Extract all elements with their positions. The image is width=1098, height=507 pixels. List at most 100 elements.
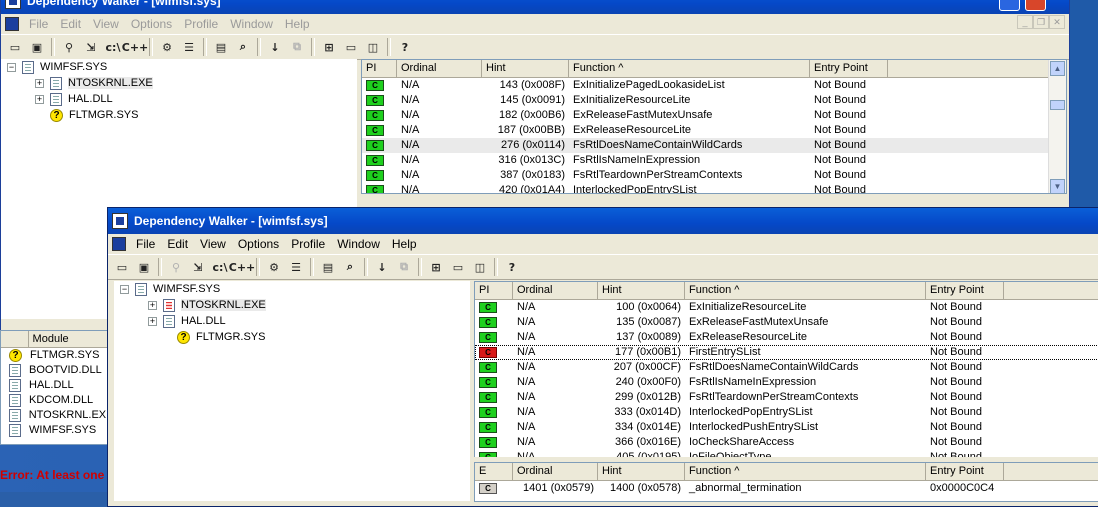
auto-expand-icon[interactable]: ⇲ — [81, 37, 101, 57]
copy-icon[interactable]: ⧉ — [287, 37, 307, 57]
profile-icon[interactable]: ⚙ — [157, 37, 177, 57]
collapse-icon[interactable]: − — [7, 62, 16, 72]
menu-view[interactable]: View — [194, 237, 232, 251]
mdi-close-button[interactable]: ✕ — [1049, 15, 1065, 29]
copy-icon[interactable]: ⧉ — [394, 257, 414, 277]
menu-help[interactable]: Help — [279, 17, 316, 31]
table-row[interactable]: C N/A 405 (0x0195) IoFileObjectType Not Boun… — [475, 450, 1098, 457]
tree-node-ntoskrnl[interactable]: + NTOSKRNL.EXE — [148, 297, 266, 313]
split-icon[interactable]: ◫ — [470, 257, 490, 277]
table-row[interactable]: C N/A 333 (0x014D) InterlockedPopEntrySList… — [475, 405, 1098, 420]
column-header-hint[interactable]: Hint — [482, 60, 569, 77]
table-row[interactable]: C N/A 182 (0x00B6) ExReleaseFastMutexUnsafe… — [362, 108, 1066, 123]
column-header-ordinal[interactable]: Ordinal — [513, 282, 598, 299]
properties-icon[interactable]: ☰ — [179, 37, 199, 57]
menu-options[interactable]: Options — [125, 17, 178, 31]
help-icon[interactable]: ? — [395, 37, 415, 57]
save-icon[interactable]: ▣ — [134, 257, 154, 277]
view-full-paths-icon[interactable]: ⌕ — [233, 37, 253, 57]
split-icon[interactable]: ◫ — [363, 37, 383, 57]
open-icon[interactable]: ▭ — [112, 257, 132, 277]
column-header-entry-point[interactable]: Entry Point — [810, 60, 888, 77]
list-item[interactable]: NTOSKRNL.EXE — [1, 408, 111, 423]
expand-icon[interactable]: + — [148, 316, 157, 326]
column-header-ordinal[interactable]: Ordinal — [397, 60, 482, 77]
table-row[interactable]: C N/A 240 (0x00F0) FsRtlIsNameInExpression N… — [475, 375, 1098, 390]
menu-file[interactable]: File — [130, 237, 161, 251]
column-header-entry-point[interactable]: Entry Point — [926, 282, 1004, 299]
tree-node-root[interactable]: − WIMFSF.SYS — [120, 281, 220, 297]
cpp-functions-icon[interactable]: C++ — [229, 257, 256, 277]
table-row[interactable]: C N/A 420 (0x01A4) InterlockedPopEntrySList… — [362, 183, 1066, 193]
menu-help[interactable]: Help — [386, 237, 423, 251]
menu-edit[interactable]: Edit — [161, 237, 194, 251]
menu-window[interactable]: Window — [224, 17, 279, 31]
back-grid-scrollbar[interactable]: ▲ ▼ — [1048, 60, 1066, 193]
column-header-function[interactable]: Function ^ — [685, 463, 926, 480]
table-row[interactable]: C N/A 145 (0x0091) ExInitializeResourceLite… — [362, 93, 1066, 108]
sort-icon[interactable]: ↓ — [372, 257, 392, 277]
tree-node-hal[interactable]: + HAL.DLL — [148, 313, 226, 329]
system-info-icon[interactable]: ▤ — [211, 37, 231, 57]
menu-view[interactable]: View — [87, 17, 125, 31]
tile-icon[interactable]: ▭ — [341, 37, 361, 57]
tree-node-root[interactable]: − WIMFSF.SYS — [7, 59, 107, 75]
tile-icon[interactable]: ▭ — [448, 257, 468, 277]
table-row[interactable]: C N/A 207 (0x00CF) FsRtlDoesNameContainWild… — [475, 360, 1098, 375]
tree-node-fltmgr[interactable]: ? FLTMGR.SYS — [50, 107, 138, 123]
table-row[interactable]: C N/A 187 (0x00BB) ExReleaseResourceLite Not… — [362, 123, 1066, 138]
table-row[interactable]: C N/A 366 (0x016E) IoCheckShareAccess Not Bo… — [475, 435, 1098, 450]
tree-node-fltmgr[interactable]: ? FLTMGR.SYS — [177, 329, 265, 345]
front-module-tree[interactable]: − WIMFSF.SYS + NTOSKRNL.EXE + HAL.DLL ? … — [114, 281, 474, 501]
column-header-pi[interactable]: PI — [362, 60, 397, 77]
front-import-grid[interactable]: PI Ordinal Hint Function ^ Entry Point C… — [474, 281, 1098, 457]
tree-node-hal[interactable]: + HAL.DLL — [35, 91, 113, 107]
list-item[interactable]: WIMFSF.SYS — [1, 423, 111, 438]
list-item[interactable]: KDCOM.DLL — [1, 393, 111, 408]
table-row[interactable]: C N/A 316 (0x013C) FsRtlIsNameInExpression N… — [362, 153, 1066, 168]
list-item[interactable]: BOOTVID.DLL — [1, 363, 111, 378]
expand-icon[interactable]: + — [35, 94, 44, 104]
cpp-functions-icon[interactable]: C++ — [122, 37, 149, 57]
menu-window[interactable]: Window — [331, 237, 386, 251]
mdi-child-icon[interactable] — [112, 237, 126, 251]
table-row[interactable]: C N/A 387 (0x0183) FsRtlTeardownPerStreamCo… — [362, 168, 1066, 183]
close-button[interactable] — [1025, 0, 1046, 11]
save-icon[interactable]: ▣ — [27, 37, 47, 57]
table-row[interactable]: C N/A 143 (0x008F) ExInitializePagedLookasi… — [362, 78, 1066, 93]
expand-icon[interactable]: + — [35, 78, 44, 88]
collapse-icon[interactable]: − — [120, 284, 129, 294]
table-row[interactable]: C 1401 (0x0579) 1400 (0x0578) _abnormal_ter… — [475, 481, 1098, 496]
list-item[interactable]: HAL.DLL — [1, 378, 111, 393]
profile-icon[interactable]: ⚙ — [264, 257, 284, 277]
scroll-down-icon[interactable]: ▼ — [1050, 179, 1065, 193]
find-icon[interactable]: ⚲ — [166, 257, 186, 277]
menu-options[interactable]: Options — [232, 237, 285, 251]
menu-profile[interactable]: Profile — [285, 237, 331, 251]
mdi-minimize-button[interactable]: _ — [1017, 15, 1033, 29]
column-header-ordinal[interactable]: Ordinal — [513, 463, 598, 480]
table-row[interactable]: C N/A 299 (0x012B) FsRtlTeardownPerStreamCo… — [475, 390, 1098, 405]
system-info-icon[interactable]: ▤ — [318, 257, 338, 277]
open-icon[interactable]: ▭ — [5, 37, 25, 57]
properties-icon[interactable]: ☰ — [286, 257, 306, 277]
undecorate-cpp-icon[interactable]: c:\ — [210, 257, 230, 277]
column-header-hint[interactable]: Hint — [598, 282, 685, 299]
expand-icon[interactable]: + — [148, 300, 157, 310]
help-icon[interactable]: ? — [502, 257, 522, 277]
menu-file[interactable]: File — [23, 17, 54, 31]
back-window-titlebar[interactable]: Dependency Walker - [wimfsf.sys] — [1, 0, 1069, 14]
configure-icon[interactable]: ⊞ — [319, 37, 339, 57]
menu-edit[interactable]: Edit — [54, 17, 87, 31]
menu-profile[interactable]: Profile — [178, 17, 224, 31]
list-item[interactable]: ? FLTMGR.SYS — [1, 348, 111, 363]
find-icon[interactable]: ⚲ — [59, 37, 79, 57]
table-row[interactable]: C N/A 137 (0x0089) ExReleaseResourceLite Not… — [475, 330, 1098, 345]
column-header-module[interactable]: Module — [29, 331, 111, 347]
minimize-button[interactable] — [999, 0, 1020, 11]
scroll-thumb[interactable] — [1050, 100, 1065, 110]
mdi-restore-button[interactable]: ❐ — [1033, 15, 1049, 29]
table-row[interactable]: C N/A 100 (0x0064) ExInitializeResourceLite… — [475, 300, 1098, 315]
front-export-grid[interactable]: E Ordinal Hint Function ^ Entry Point C 1… — [474, 462, 1098, 502]
column-header-function[interactable]: Function ^ — [569, 60, 810, 77]
